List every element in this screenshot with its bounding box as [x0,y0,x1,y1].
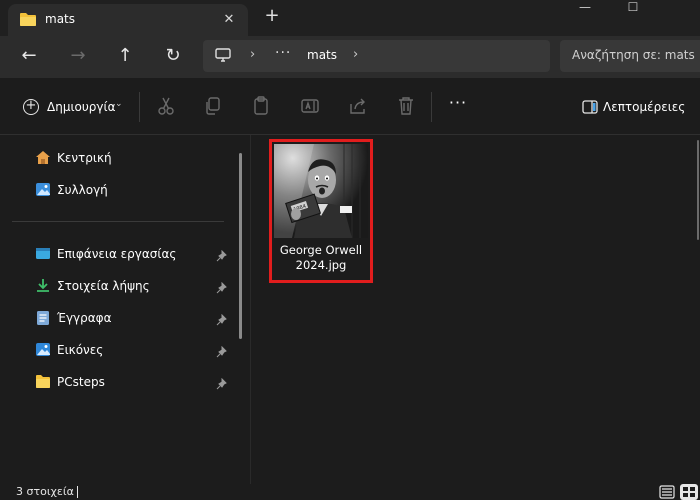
new-button[interactable]: + Δημιουργία ⌄ [16,93,132,121]
navigation-pane: Κεντρική Συλλογή Επιφάνεια εργασίας Στοι… [0,135,245,484]
tab-mats[interactable]: mats ✕ [8,4,248,36]
file-name-line: 2024.jpg [295,258,347,272]
sidebar-item-label: Συλλογή [57,183,108,197]
sidebar-item-downloads[interactable]: Στοιχεία λήψης [30,271,235,299]
file-name: George Orwell 2024.jpg [272,243,370,273]
file-name-line: George Orwell [279,243,363,257]
pictures-icon [35,342,51,361]
new-tab-button[interactable]: + [260,5,284,29]
clipboard-icon[interactable] [248,94,274,118]
toolbar-divider [431,92,432,122]
file-list: 1984 George Orwell 2024.jpg [251,135,700,484]
sidebar-item-label: Στοιχεία λήψης [57,279,150,293]
back-button[interactable]: ← [16,44,42,70]
content-scrollbar[interactable] [697,140,699,240]
more-options-button[interactable]: ··· [445,94,471,118]
new-button-label: Δημιουργία [47,100,116,114]
sidebar-item-label: PCsteps [57,375,105,389]
refresh-button[interactable]: ↻ [160,44,186,70]
scissors-icon[interactable] [153,94,179,118]
share-icon[interactable] [345,94,371,118]
pin-icon[interactable] [216,343,228,362]
sidebar-item-label: Επιφάνεια εργασίας [57,247,177,261]
desktop-icon [35,246,51,265]
folder-icon [35,374,51,393]
search-input[interactable]: Αναζήτηση σε: mats [572,48,695,62]
copy-icon[interactable] [200,94,226,118]
folder-icon [19,12,37,31]
title-bar: mats ✕ + — ☐ [0,0,700,36]
sidebar-item-desktop[interactable]: Επιφάνεια εργασίας [30,239,235,267]
details-pane-icon [582,99,598,118]
file-item-george-orwell[interactable]: 1984 George Orwell 2024.jpg [269,139,373,283]
plus-circle-icon: + [23,99,39,115]
toolbar-divider [139,92,140,122]
sidebar-item-pictures[interactable]: Εικόνες [30,335,235,363]
download-icon [35,278,51,297]
address-more-button[interactable]: ··· [275,45,291,61]
file-thumbnail: 1984 [274,144,368,238]
command-bar: + Δημιουργία ⌄ ··· Λεπτομέρειες [0,78,700,135]
navigation-bar: ← → ↑ ↻ › ··· mats › Αναζήτηση σε: mats [0,36,700,78]
details-button[interactable]: Λεπτομέρειες [578,94,696,120]
rename-icon[interactable] [297,94,323,118]
up-button[interactable]: ↑ [112,44,138,70]
tab-title: mats [45,12,75,26]
search-box[interactable]: Αναζήτηση σε: mats [560,40,700,72]
sidebar-item-label: Εικόνες [57,343,104,357]
chevron-right-icon[interactable]: › [250,47,255,62]
sidebar-item-label: Έγγραφα [57,311,112,325]
chevron-down-icon: ⌄ [115,99,123,109]
pin-icon[interactable] [216,279,228,298]
document-icon [35,310,51,329]
status-bar: 3 στοιχεία [0,484,700,500]
pin-icon[interactable] [216,375,228,394]
gallery-icon [35,182,51,201]
home-icon [35,150,51,169]
minimize-button[interactable]: — [562,0,608,18]
address-bar[interactable]: › ··· mats › [203,40,550,72]
forward-button[interactable]: → [65,44,91,70]
chevron-right-icon[interactable]: › [353,47,358,62]
tab-close-icon[interactable]: ✕ [218,9,240,31]
sidebar-divider [12,221,224,222]
large-icons-view-icon[interactable] [680,484,698,500]
sidebar-item-pcsteps[interactable]: PCsteps [30,367,235,395]
sidebar-item-documents[interactable]: Έγγραφα [30,303,235,331]
details-view-icon[interactable] [658,484,676,500]
trash-icon[interactable] [393,94,419,118]
item-count: 3 στοιχεία [16,485,74,498]
status-separator [77,486,78,498]
maximize-button[interactable]: ☐ [610,0,656,18]
details-label: Λεπτομέρειες [603,100,686,114]
pin-icon[interactable] [216,247,228,266]
sidebar-item-gallery[interactable]: Συλλογή [30,175,235,203]
sidebar-item-label: Κεντρική [57,151,112,165]
monitor-icon [215,48,231,67]
breadcrumb-mats[interactable]: mats [307,48,337,62]
sidebar-scrollbar[interactable] [239,153,242,339]
sidebar-item-home[interactable]: Κεντρική [30,143,235,171]
pin-icon[interactable] [216,311,228,330]
